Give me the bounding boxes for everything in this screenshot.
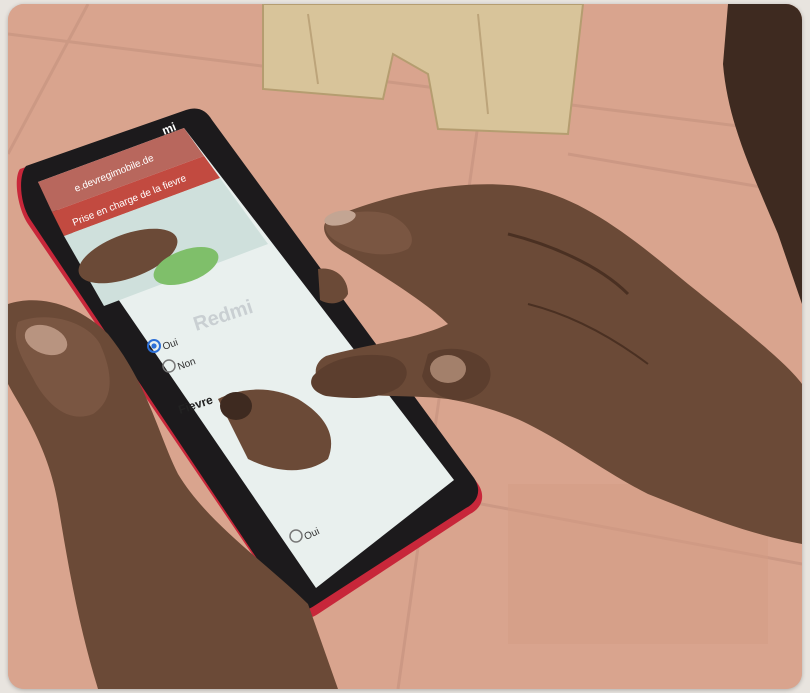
photo-scene: Redmi mi e.devregimobile.de Prise en cha… [8, 4, 802, 689]
photo-frame: Redmi mi e.devregimobile.de Prise en cha… [8, 4, 802, 689]
